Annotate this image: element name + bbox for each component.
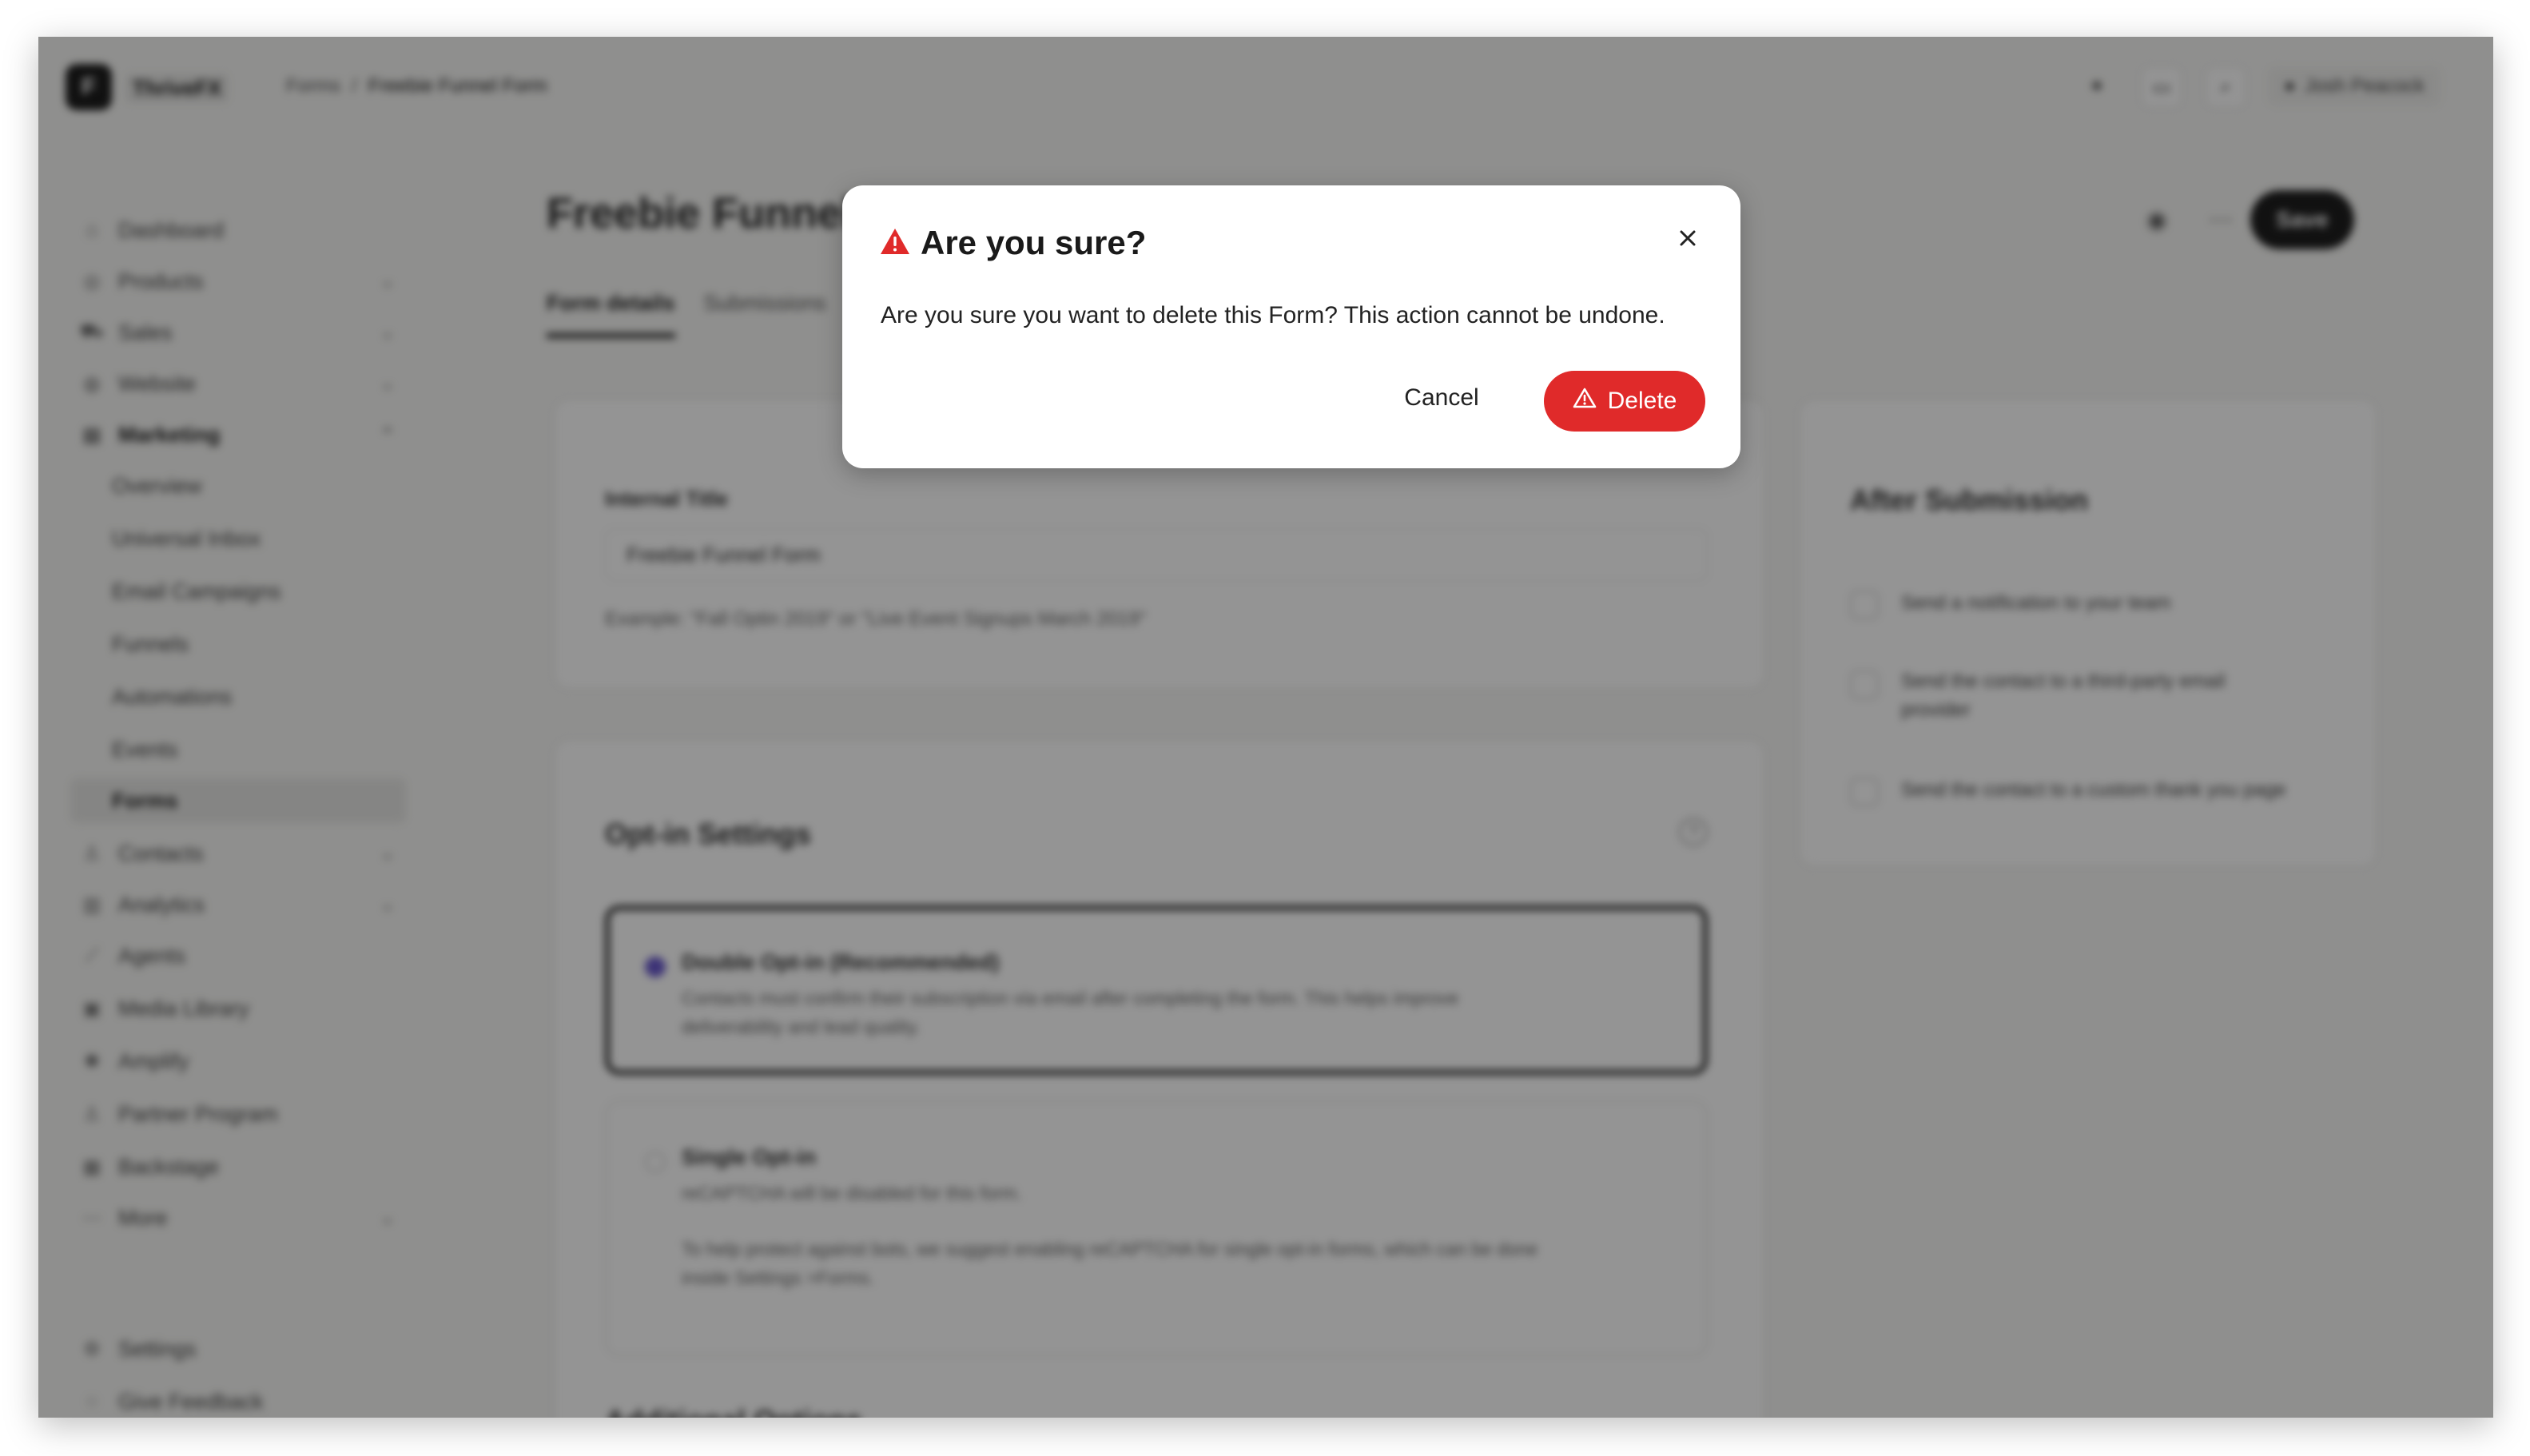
close-icon[interactable] bbox=[1673, 224, 1702, 253]
dialog-message: Are you sure you want to delete this For… bbox=[881, 302, 1665, 328]
delete-confirm-dialog: Are you sure? Are you sure you want to d… bbox=[842, 185, 1740, 468]
app-window: F ThriveFX Forms / Freebie Funnel Form ✦… bbox=[38, 37, 2493, 1418]
cancel-button[interactable]: Cancel bbox=[1395, 374, 1488, 422]
dialog-title: Are you sure? bbox=[921, 224, 1147, 261]
delete-button-label: Delete bbox=[1607, 388, 1677, 414]
warning-icon bbox=[879, 227, 911, 260]
delete-button[interactable]: Delete bbox=[1544, 371, 1705, 432]
warning-outline-icon bbox=[1573, 387, 1597, 416]
